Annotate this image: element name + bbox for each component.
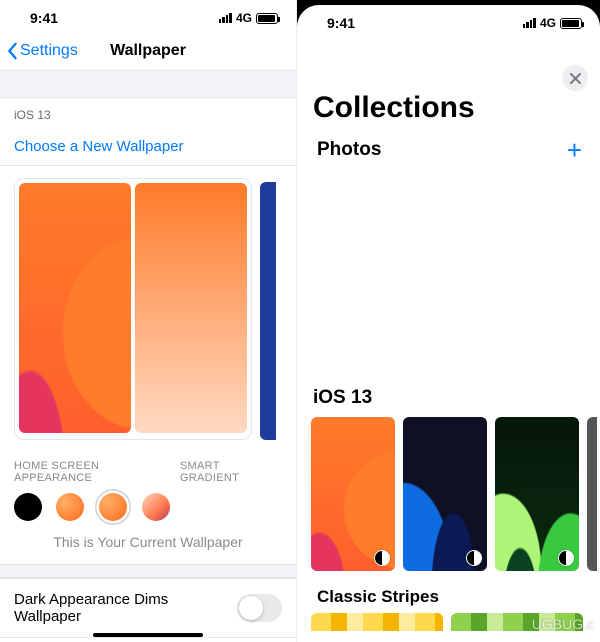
thumb-ios13-green[interactable] bbox=[495, 417, 579, 571]
section-gap bbox=[0, 70, 296, 98]
wallpaper-preview-card[interactable] bbox=[14, 178, 252, 440]
collections-sheet: Collections Photos + iOS 13 Classic Stri… bbox=[297, 41, 600, 642]
back-button[interactable]: Settings bbox=[6, 42, 78, 60]
dark-dims-footnote: When Dark Appearance is On, iPhone will … bbox=[0, 638, 296, 642]
appearance-labels: HOME SCREEN APPEARANCE SMART GRADIENT bbox=[0, 446, 296, 492]
wallpaper-preview-lock bbox=[135, 183, 247, 433]
appearance-label-home: HOME SCREEN APPEARANCE bbox=[14, 460, 180, 484]
swatch-orange[interactable] bbox=[56, 493, 84, 521]
ios13-thumb-row[interactable] bbox=[297, 417, 600, 581]
home-indicator[interactable] bbox=[93, 633, 203, 637]
network-label: 4G bbox=[236, 11, 252, 25]
nav-bar: Settings Wallpaper bbox=[0, 36, 296, 70]
stripe-thumb-yellow[interactable] bbox=[311, 613, 443, 631]
appearance-mode-icon bbox=[558, 550, 574, 566]
appearance-mode-icon bbox=[374, 550, 390, 566]
current-wallpaper-caption: This is Your Current Wallpaper bbox=[0, 532, 296, 564]
stripes-thumb-row[interactable] bbox=[297, 613, 600, 631]
status-time: 9:41 bbox=[30, 10, 58, 26]
swatch-orange-selected[interactable] bbox=[98, 492, 128, 522]
left-phone: 9:41 4G Settings Wallpaper iOS 13 Choose… bbox=[0, 0, 297, 642]
dark-dims-switch[interactable] bbox=[237, 594, 282, 622]
section-gap-2 bbox=[0, 564, 296, 578]
close-button[interactable] bbox=[562, 65, 588, 91]
photos-header[interactable]: Photos + bbox=[297, 133, 600, 167]
battery-icon-right bbox=[560, 18, 582, 29]
stripes-collection-label: Classic Stripes bbox=[297, 581, 600, 613]
wallpaper-preview-area bbox=[0, 166, 296, 446]
collections-title: Collections bbox=[297, 41, 600, 133]
swatch-row bbox=[0, 492, 296, 532]
right-phone: 9:41 4G Collections Photos + iOS 13 Clas… bbox=[297, 0, 600, 642]
signal-icon bbox=[219, 13, 232, 23]
wallpaper-preview-next[interactable] bbox=[260, 182, 276, 440]
status-bar-right: 9:41 4G bbox=[297, 5, 600, 41]
close-icon bbox=[570, 73, 581, 84]
nav-title: Wallpaper bbox=[110, 42, 186, 60]
dark-dims-row[interactable]: Dark Appearance Dims Wallpaper bbox=[0, 578, 296, 638]
status-bar: 9:41 4G bbox=[0, 0, 296, 36]
signal-icon-right bbox=[523, 18, 536, 28]
thumb-ios13-blue[interactable] bbox=[403, 417, 487, 571]
battery-icon bbox=[256, 13, 278, 24]
thumb-next-peek[interactable] bbox=[587, 417, 597, 571]
wallpaper-preview-home bbox=[19, 183, 131, 433]
network-label-right: 4G bbox=[540, 16, 556, 30]
section-header-ios13: iOS 13 bbox=[0, 98, 296, 128]
thumb-ios13-orange[interactable] bbox=[311, 417, 395, 571]
photos-label: Photos bbox=[317, 139, 381, 161]
back-label: Settings bbox=[20, 42, 78, 60]
dark-dims-label: Dark Appearance Dims Wallpaper bbox=[14, 591, 237, 625]
swatch-black[interactable] bbox=[14, 493, 42, 521]
chevron-left-icon bbox=[6, 42, 18, 60]
appearance-mode-icon bbox=[466, 550, 482, 566]
add-photo-button[interactable]: + bbox=[567, 137, 582, 163]
choose-wallpaper-link[interactable]: Choose a New Wallpaper bbox=[0, 128, 296, 166]
appearance-label-smart: SMART GRADIENT bbox=[180, 460, 282, 484]
status-time-right: 9:41 bbox=[327, 15, 355, 31]
ios13-collection-label: iOS 13 bbox=[297, 167, 600, 417]
stripe-thumb-green[interactable] bbox=[451, 613, 583, 631]
swatch-pink-gradient[interactable] bbox=[142, 493, 170, 521]
